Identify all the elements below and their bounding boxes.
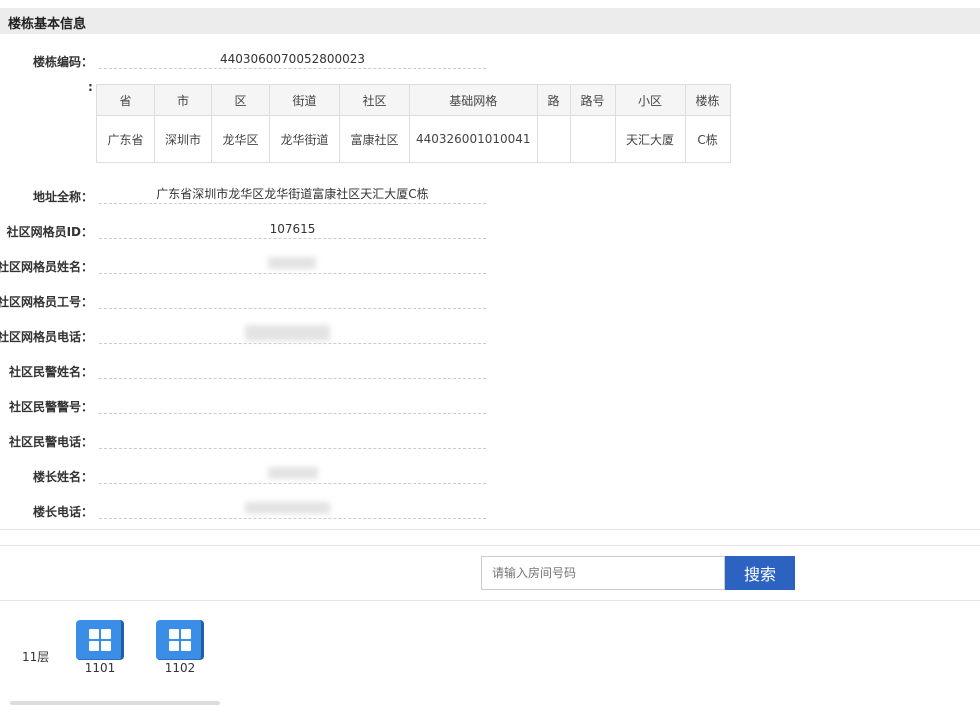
grid-icon: [169, 629, 191, 651]
address-cell: 龙华区: [211, 115, 270, 163]
grid-icon: [89, 629, 111, 651]
address-header-cell: 区: [211, 84, 270, 116]
divider: [0, 545, 980, 546]
leader-name-label: 楼长姓名：: [32, 470, 93, 484]
grid-member-no-label: 社区网格员工号：: [0, 295, 93, 309]
grid-member-id-label: 社区网格员ID：: [6, 225, 93, 239]
field-leader-phone: 楼长电话：: [0, 500, 500, 522]
field-leader-name: 楼长姓名：: [0, 465, 500, 487]
building-code-label: 楼栋编码：: [32, 55, 93, 69]
address-cell: 广东省: [96, 115, 155, 163]
room-tile[interactable]: [76, 620, 124, 660]
address-cell: 天汇大厦: [614, 115, 686, 163]
address-cell: [536, 115, 571, 163]
grid-member-no-value: [99, 290, 486, 309]
section-title: 楼栋基本信息: [8, 17, 87, 32]
redacted-mask: [245, 325, 330, 341]
police-name-value: [99, 360, 486, 379]
address-header-cell: 省: [96, 84, 155, 116]
address-header-cell: 路号: [569, 84, 616, 116]
room-item[interactable]: 1102: [155, 620, 205, 675]
redacted-mask: [245, 502, 330, 514]
grid-member-name-label: 社区网格员姓名：: [0, 260, 93, 274]
room-tile[interactable]: [156, 620, 204, 660]
section-header: 楼栋基本信息: [0, 8, 980, 34]
address-cell: C栋: [684, 115, 731, 163]
police-no-label: 社区民警警号：: [8, 400, 93, 414]
field-police-phone: 社区民警电话：: [0, 430, 500, 452]
field-grid-member-id: 社区网格员ID： 107615: [0, 220, 500, 242]
address-header-cell: 街道: [269, 84, 340, 116]
field-police-no: 社区民警警号：: [0, 395, 500, 417]
room-item[interactable]: 1101: [75, 620, 125, 675]
police-name-label: 社区民警姓名：: [8, 365, 93, 379]
address-full-value: 广东省深圳市龙华区龙华街道富康社区天汇大厦C栋: [99, 185, 486, 204]
search-button[interactable]: 搜索: [725, 556, 795, 590]
police-no-value: [99, 395, 486, 414]
leader-phone-label: 楼长电话：: [32, 505, 93, 519]
address-header-cell: 市: [154, 84, 212, 116]
address-table: 省 市 区 街道 社区 基础网格 路 路号 小区 楼栋 广东省 深圳市 龙华区 …: [96, 84, 731, 163]
address-table-header: 省 市 区 街道 社区 基础网格 路 路号 小区 楼栋: [96, 84, 731, 116]
address-full-label: 地址全称：: [32, 190, 93, 204]
divider: [0, 529, 980, 530]
room-number: 1101: [84, 661, 116, 675]
address-header-cell: 路: [536, 84, 571, 116]
address-header-cell: 基础网格: [409, 84, 538, 116]
address-header-cell: 社区: [339, 84, 410, 116]
police-phone-label: 社区民警电话：: [8, 435, 93, 449]
address-cell: [569, 115, 616, 163]
floor-label: 11层: [22, 650, 50, 664]
address-colon: :: [88, 80, 93, 94]
grid-member-id-value: 107615: [99, 220, 486, 239]
address-header-cell: 小区: [614, 84, 686, 116]
field-address-full: 地址全称： 广东省深圳市龙华区龙华街道富康社区天汇大厦C栋: [0, 185, 500, 207]
address-cell: 龙华街道: [269, 115, 340, 163]
table-row: 广东省 深圳市 龙华区 龙华街道 富康社区 440326001010041 天汇…: [96, 115, 731, 163]
redacted-mask: [268, 467, 318, 479]
address-header-cell: 楼栋: [684, 84, 731, 116]
field-building-code: 楼栋编码： 4403060070052800023: [0, 50, 500, 72]
building-code-value: 4403060070052800023: [99, 50, 486, 69]
address-cell: 深圳市: [154, 115, 212, 163]
room-number: 1102: [164, 661, 196, 675]
field-police-name: 社区民警姓名：: [0, 360, 500, 382]
address-cell: 富康社区: [339, 115, 410, 163]
horizontal-scrollbar[interactable]: [10, 701, 220, 705]
field-grid-member-no: 社区网格员工号：: [0, 290, 500, 312]
grid-member-phone-label: 社区网格员电话：: [0, 330, 93, 344]
redacted-mask: [268, 257, 316, 269]
police-phone-value: [99, 430, 486, 449]
field-grid-member-phone: 社区网格员电话：: [0, 325, 500, 347]
address-cell: 440326001010041: [409, 115, 538, 163]
room-search-input[interactable]: [481, 556, 725, 590]
field-grid-member-name: 社区网格员姓名：: [0, 255, 500, 277]
divider: [0, 600, 980, 601]
